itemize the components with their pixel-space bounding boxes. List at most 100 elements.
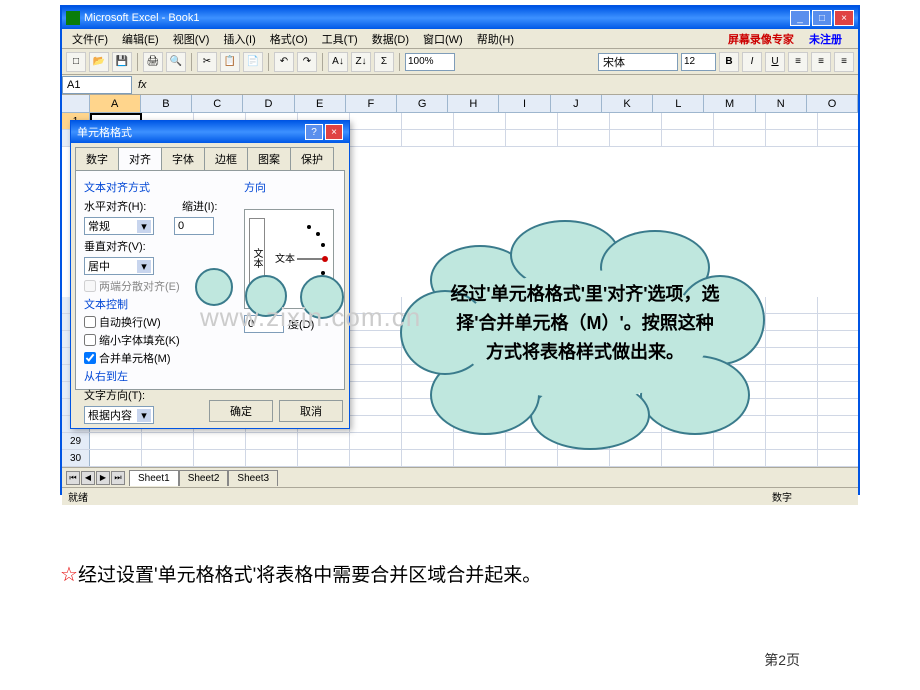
- cell[interactable]: [766, 416, 818, 432]
- close-button[interactable]: ×: [834, 10, 854, 26]
- paste-icon[interactable]: 📄: [243, 52, 263, 72]
- dialog-close-button[interactable]: ×: [325, 124, 343, 140]
- cell[interactable]: [714, 130, 766, 146]
- cell[interactable]: [714, 113, 766, 129]
- cell[interactable]: [766, 382, 818, 398]
- bold-icon[interactable]: B: [719, 52, 739, 72]
- tab-protect[interactable]: 保护: [290, 147, 334, 170]
- menu-edit[interactable]: 编辑(E): [116, 29, 165, 49]
- cell[interactable]: [90, 433, 142, 449]
- col-header[interactable]: L: [653, 95, 704, 112]
- sheet-tab[interactable]: Sheet1: [129, 470, 179, 486]
- textdir-combo[interactable]: 根据内容: [84, 406, 154, 424]
- sheet-nav-prev-icon[interactable]: ◀: [81, 471, 95, 485]
- row-header[interactable]: 30: [62, 450, 90, 466]
- col-header[interactable]: A: [90, 95, 141, 112]
- zoom-box[interactable]: 100%: [405, 53, 455, 71]
- sort-desc-icon[interactable]: Z↓: [351, 52, 371, 72]
- cell[interactable]: [506, 450, 558, 466]
- cell[interactable]: [766, 365, 818, 381]
- cell[interactable]: [194, 450, 246, 466]
- cell[interactable]: [714, 450, 766, 466]
- sheet-tab[interactable]: Sheet3: [228, 470, 278, 486]
- cell[interactable]: [610, 450, 662, 466]
- maximize-button[interactable]: □: [812, 10, 832, 26]
- tab-alignment[interactable]: 对齐: [118, 147, 162, 170]
- menu-data[interactable]: 数据(D): [366, 29, 415, 49]
- menu-insert[interactable]: 插入(I): [217, 29, 261, 49]
- sort-asc-icon[interactable]: A↓: [328, 52, 348, 72]
- cell[interactable]: [402, 113, 454, 129]
- col-header[interactable]: I: [499, 95, 550, 112]
- cell[interactable]: [350, 433, 402, 449]
- cut-icon[interactable]: ✂: [197, 52, 217, 72]
- cell[interactable]: [662, 113, 714, 129]
- font-box[interactable]: 宋体: [598, 53, 678, 71]
- cell[interactable]: [350, 113, 402, 129]
- col-header[interactable]: H: [448, 95, 499, 112]
- col-header[interactable]: C: [192, 95, 243, 112]
- cell[interactable]: [558, 130, 610, 146]
- cell[interactable]: [662, 130, 714, 146]
- cell[interactable]: [142, 450, 194, 466]
- name-box[interactable]: A1: [62, 76, 132, 94]
- undo-icon[interactable]: ↶: [274, 52, 294, 72]
- wrap-checkbox[interactable]: [84, 316, 96, 328]
- cell[interactable]: [506, 113, 558, 129]
- menu-tools[interactable]: 工具(T): [316, 29, 364, 49]
- cell[interactable]: [766, 297, 818, 313]
- cell[interactable]: [350, 399, 402, 415]
- cell[interactable]: [350, 416, 402, 432]
- copy-icon[interactable]: 📋: [220, 52, 240, 72]
- cell[interactable]: [454, 130, 506, 146]
- align-center-icon[interactable]: ≡: [811, 52, 831, 72]
- menu-format[interactable]: 格式(O): [264, 29, 314, 49]
- col-header[interactable]: J: [551, 95, 602, 112]
- sum-icon[interactable]: Σ: [374, 52, 394, 72]
- save-icon[interactable]: 💾: [112, 52, 132, 72]
- h-align-combo[interactable]: 常规: [84, 217, 154, 235]
- tab-pattern[interactable]: 图案: [247, 147, 291, 170]
- cell[interactable]: [766, 433, 818, 449]
- cell[interactable]: [350, 382, 402, 398]
- tab-border[interactable]: 边框: [204, 147, 248, 170]
- cell[interactable]: [90, 450, 142, 466]
- sheet-nav-last-icon[interactable]: ⏭: [111, 471, 125, 485]
- col-header[interactable]: N: [756, 95, 807, 112]
- cell[interactable]: [246, 450, 298, 466]
- cell[interactable]: [350, 130, 402, 146]
- menu-view[interactable]: 视图(V): [167, 29, 216, 49]
- italic-icon[interactable]: I: [742, 52, 762, 72]
- cell[interactable]: [454, 450, 506, 466]
- redo-icon[interactable]: ↷: [297, 52, 317, 72]
- col-header[interactable]: D: [243, 95, 294, 112]
- cell[interactable]: [506, 130, 558, 146]
- sheet-nav-next-icon[interactable]: ▶: [96, 471, 110, 485]
- align-right-icon[interactable]: ≡: [834, 52, 854, 72]
- cell[interactable]: [766, 314, 818, 330]
- cell[interactable]: [350, 365, 402, 381]
- v-align-combo[interactable]: 居中: [84, 257, 154, 275]
- col-header[interactable]: B: [141, 95, 192, 112]
- tab-font[interactable]: 字体: [161, 147, 205, 170]
- menu-file[interactable]: 文件(F): [66, 29, 114, 49]
- tab-number[interactable]: 数字: [75, 147, 119, 170]
- cell[interactable]: [610, 113, 662, 129]
- cell[interactable]: [766, 399, 818, 415]
- menu-window[interactable]: 窗口(W): [417, 29, 469, 49]
- cell[interactable]: [766, 130, 818, 146]
- cell[interactable]: [766, 348, 818, 364]
- preview-icon[interactable]: 🔍: [166, 52, 186, 72]
- cell[interactable]: [766, 450, 818, 466]
- cell[interactable]: [558, 450, 610, 466]
- cell[interactable]: [298, 433, 350, 449]
- fx-icon[interactable]: fx: [132, 79, 153, 91]
- col-header[interactable]: E: [295, 95, 346, 112]
- cell[interactable]: [142, 433, 194, 449]
- sheet-nav-first-icon[interactable]: ⏮: [66, 471, 80, 485]
- indent-spinner[interactable]: 0: [174, 217, 214, 235]
- menu-help[interactable]: 帮助(H): [471, 29, 520, 49]
- cell[interactable]: [454, 113, 506, 129]
- cell[interactable]: [350, 450, 402, 466]
- print-icon[interactable]: 🖨: [143, 52, 163, 72]
